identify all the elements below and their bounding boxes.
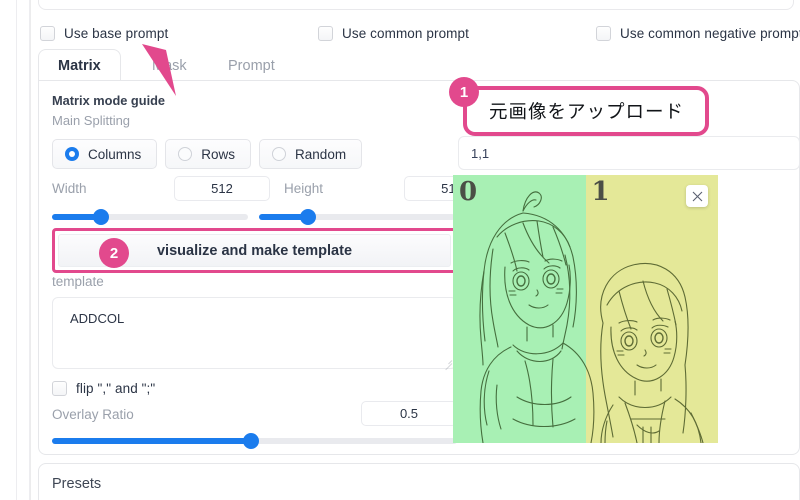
- height-slider-knob[interactable]: [300, 209, 316, 225]
- overlay-ratio-label: Overlay Ratio: [52, 407, 134, 422]
- callout-tail: [142, 44, 176, 96]
- template-textarea[interactable]: ADDCOL: [52, 297, 457, 369]
- callout-text: 元画像をアップロード: [489, 101, 685, 122]
- visualize-highlight-box: visualize and make template 2: [52, 228, 457, 273]
- step-badge-1: 1: [449, 77, 479, 107]
- flip-label: flip "," and ";": [76, 381, 156, 396]
- overlay-ratio-slider[interactable]: [52, 433, 457, 449]
- uploaded-sketch-image: [479, 191, 704, 443]
- overlay-slider-fill: [52, 438, 251, 444]
- checkbox-label: Use base prompt: [64, 26, 169, 41]
- width-label: Width: [52, 181, 87, 196]
- tab-matrix[interactable]: Matrix: [38, 49, 121, 81]
- region-index-left: 0: [459, 177, 478, 207]
- checkbox-label: Use common prompt: [342, 26, 469, 41]
- overlay-ratio-input[interactable]: 0.5: [361, 401, 457, 426]
- width-slider-knob[interactable]: [93, 209, 109, 225]
- resize-grip-icon[interactable]: [443, 356, 452, 365]
- visualize-button-label: visualize and make template: [156, 242, 353, 259]
- coordinate-value: 1,1: [471, 146, 490, 161]
- height-label: Height: [284, 181, 324, 196]
- radio-label: Columns: [88, 146, 142, 162]
- overlay-slider-knob[interactable]: [243, 433, 259, 449]
- presets-card[interactable]: Presets: [38, 463, 800, 500]
- checkbox-label: Use common negative prompt: [620, 26, 800, 41]
- close-glyph: [692, 191, 702, 201]
- step-badge-2: 2: [99, 238, 129, 268]
- callout-upload-image: 元画像をアップロード 1: [449, 77, 709, 136]
- checkbox-flip-separators[interactable]: flip "," and ";": [52, 381, 155, 396]
- checkbox-box-icon[interactable]: [318, 26, 333, 41]
- tab-prompt[interactable]: Prompt: [208, 49, 295, 81]
- page-gutter-rule-1: [16, 0, 17, 500]
- width-input[interactable]: 512: [174, 176, 270, 201]
- checkbox-box-icon[interactable]: [52, 381, 67, 396]
- checkbox-box-icon[interactable]: [40, 26, 55, 41]
- radio-dot-icon[interactable]: [65, 147, 79, 161]
- app-root: Use base prompt Use common prompt Use co…: [0, 0, 800, 500]
- radio-columns[interactable]: Columns: [52, 139, 158, 169]
- presets-label: Presets: [52, 476, 102, 492]
- main-splitting-label: Main Splitting: [52, 113, 131, 128]
- radio-rows[interactable]: Rows: [165, 139, 252, 169]
- coordinate-input[interactable]: 1,1: [458, 136, 800, 170]
- checkbox-use-common-negative-prompt[interactable]: Use common negative prompt: [596, 26, 800, 41]
- close-icon[interactable]: [686, 185, 708, 207]
- callout-bubble: 元画像をアップロード: [463, 86, 709, 136]
- template-label: template: [52, 274, 104, 289]
- radio-dot-icon[interactable]: [272, 147, 287, 161]
- width-slider[interactable]: [52, 209, 248, 225]
- template-value: ADDCOL: [70, 311, 125, 326]
- split-mode-radio-group: Columns Rows Random: [52, 139, 363, 169]
- height-slider[interactable]: [259, 209, 455, 225]
- image-preview-region[interactable]: 0 1: [453, 175, 718, 443]
- checkbox-use-common-prompt[interactable]: Use common prompt: [318, 26, 469, 41]
- radio-random[interactable]: Random: [259, 139, 363, 169]
- checkbox-use-base-prompt[interactable]: Use base prompt: [40, 26, 168, 41]
- region-index-right: 1: [591, 177, 610, 207]
- radio-label: Random: [295, 146, 347, 162]
- overlay-slider-track[interactable]: [52, 433, 457, 449]
- top-container-card: [38, 0, 794, 10]
- radio-label: Rows: [201, 146, 236, 162]
- radio-dot-icon[interactable]: [178, 147, 193, 161]
- checkbox-box-icon[interactable]: [596, 26, 611, 41]
